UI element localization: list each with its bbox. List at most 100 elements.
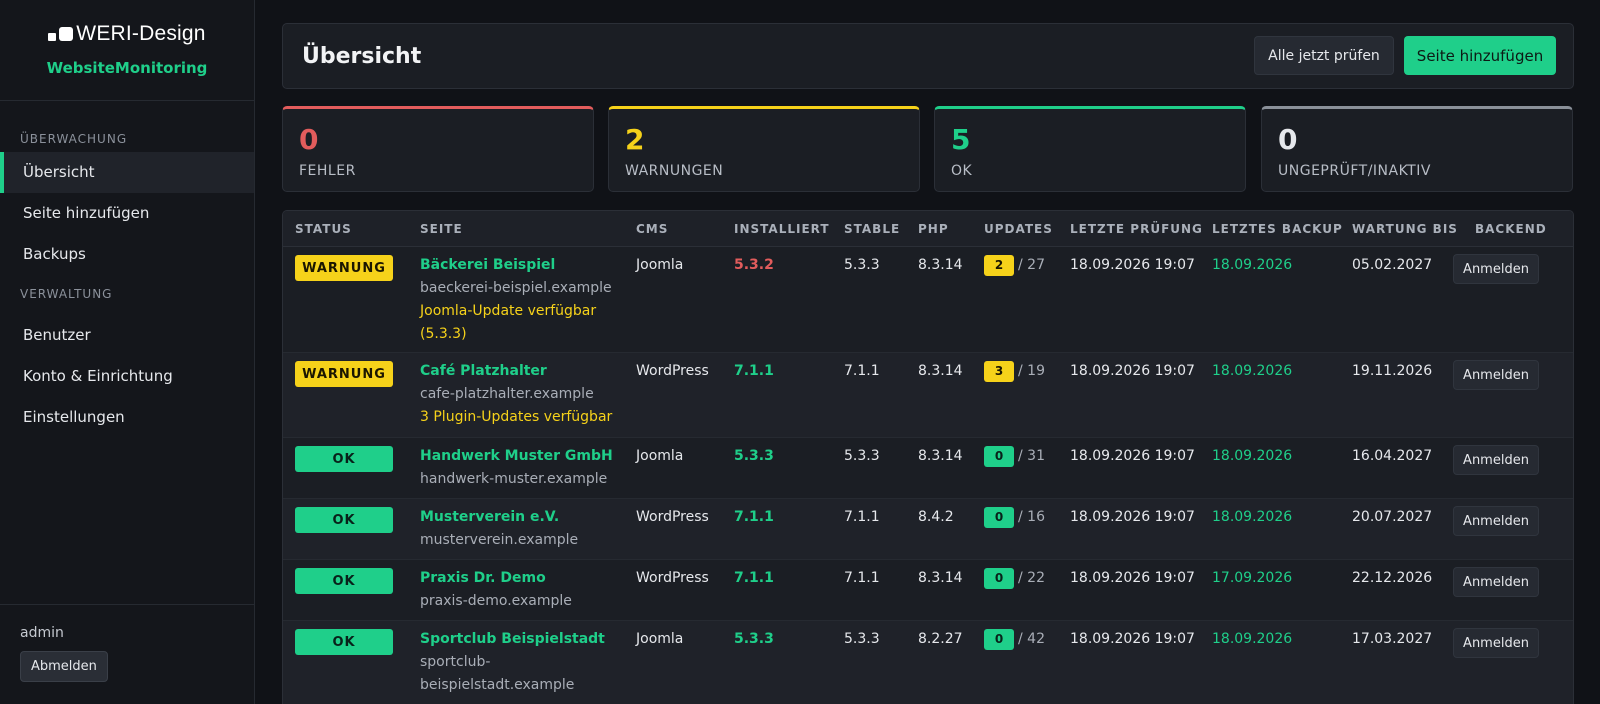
backend-login-button[interactable]: Anmelden [1453,628,1539,658]
status-badge: OK [295,446,393,472]
stat-label: UNGEPRÜFT/INAKTIV [1278,163,1431,179]
column-header-installiert[interactable]: INSTALLIERT [734,222,830,236]
installed-version: 7.1.1 [734,570,774,586]
site-name-link[interactable]: Musterverein e.V. [420,506,630,529]
column-header-cms[interactable]: CMS [636,222,668,236]
status-badge: WARNUNG [295,361,393,387]
sites-table: STATUS SEITE CMS INSTALLIERT STABLE PHP … [282,210,1574,704]
table-row: WARNUNG Bäckerei Beispiel baeckerei-beispi… [283,247,1573,353]
column-header-stable[interactable]: STABLE [844,222,900,236]
current-user: admin [20,625,64,641]
sidebar-item-benutzer[interactable]: Benutzer [0,315,254,356]
stat-label: OK [951,163,973,179]
maintenance-until: 17.03.2027 [1352,631,1433,647]
site-host: praxis-demo.example [420,593,572,609]
column-header-updates[interactable]: UPDATES [984,222,1053,236]
logo-small-square [48,32,57,41]
last-check: 18.09.2026 19:07 [1070,448,1195,464]
site-name-link[interactable]: Sportclub Beispielstadt [420,628,630,651]
stat-value: 5 [951,123,971,156]
table-row: OK Praxis Dr. Demo praxis-demo.example Word… [283,560,1573,621]
updates-count-badge: 3 [984,361,1014,382]
updates-total: / 16 [1018,509,1045,525]
cms-cell: Joomla [636,448,684,464]
backend-login-button[interactable]: Anmelden [1453,360,1539,390]
column-header-backend[interactable]: BACKEND [1475,222,1547,236]
sidebar-item-uebersicht[interactable]: Übersicht [0,152,254,193]
stable-version: 7.1.1 [844,363,880,379]
updates-total: / 31 [1018,448,1045,464]
column-header-letzte-pruefung[interactable]: LETZTE PRÜFUNG [1070,222,1203,236]
site-note: Joomla-Update verfügbar (5.3.3) [420,303,597,342]
stable-version: 5.3.3 [844,257,880,273]
backend-login-button[interactable]: Anmelden [1453,567,1539,597]
site-name-link[interactable]: Café Platzhalter [420,360,630,383]
nav-section-title: VERWALTUNG [20,287,113,301]
column-header-php[interactable]: PHP [918,222,949,236]
stat-value: 0 [299,123,319,156]
sidebar-item-seite-hinzufuegen[interactable]: Seite hinzufügen [0,193,254,234]
stat-label: WARNUNGEN [625,163,724,179]
last-backup: 18.09.2026 [1212,363,1293,379]
cms-cell: WordPress [636,363,709,379]
updates-total: / 22 [1018,570,1045,586]
logo-large-square [59,27,74,41]
sidebar-item-backups[interactable]: Backups [0,234,254,275]
column-header-status[interactable]: STATUS [295,222,352,236]
add-site-button[interactable]: Seite hinzufügen [1404,36,1556,75]
maintenance-until: 05.02.2027 [1352,257,1433,273]
stable-version: 7.1.1 [844,570,880,586]
backend-login-button[interactable]: Anmelden [1453,254,1539,284]
table-row: OK Musterverein e.V. musterverein.example W… [283,499,1573,560]
php-version: 8.3.14 [918,363,963,379]
check-all-button[interactable]: Alle jetzt prüfen [1254,36,1394,75]
stat-card-ok: 5 OK [934,106,1246,192]
installed-version: 7.1.1 [734,363,774,379]
last-backup: 18.09.2026 [1212,257,1293,273]
installed-version: 5.3.3 [734,631,774,647]
installed-version: 5.3.2 [734,257,774,273]
status-badge: WARNUNG [295,255,393,281]
column-header-wartung-bis[interactable]: WARTUNG BIS [1352,222,1458,236]
updates-count-badge: 0 [984,446,1014,467]
stable-version: 5.3.3 [844,448,880,464]
backend-login-button[interactable]: Anmelden [1453,506,1539,536]
stat-card-errors: 0 FEHLER [282,106,594,192]
last-check: 18.09.2026 19:07 [1070,509,1195,525]
site-cell: Musterverein e.V. musterverein.example [420,506,630,552]
site-name-link[interactable]: Handwerk Muster GmbH [420,445,630,468]
site-name-link[interactable]: Bäckerei Beispiel [420,254,630,277]
column-header-letztes-backup[interactable]: LETZTES BACKUP [1212,222,1343,236]
last-backup: 18.09.2026 [1212,631,1293,647]
cms-cell: Joomla [636,257,684,273]
stable-version: 7.1.1 [844,509,880,525]
updates-total: / 42 [1018,631,1045,647]
logout-button[interactable]: Abmelden [20,651,108,682]
site-cell: Handwerk Muster GmbH handwerk-muster.exam… [420,445,630,491]
column-header-seite[interactable]: SEITE [420,222,463,236]
site-cell: Praxis Dr. Demo praxis-demo.example [420,567,630,613]
updates-count-badge: 0 [984,568,1014,589]
cms-cell: Joomla [636,631,684,647]
updates-cell: 0/ 31 [984,445,1045,468]
php-version: 8.3.14 [918,570,963,586]
last-check: 18.09.2026 19:07 [1070,363,1195,379]
last-check: 18.09.2026 19:07 [1070,570,1195,586]
backend-login-button[interactable]: Anmelden [1453,445,1539,475]
last-backup: 17.09.2026 [1212,570,1293,586]
page-header: Übersicht Alle jetzt prüfen Seite hinzuf… [282,23,1574,89]
table-row: OK Sportclub Beispielstadt sportclub-beisp… [283,621,1573,704]
updates-count-badge: 0 [984,629,1014,650]
site-cell: Sportclub Beispielstadt sportclub-beispie… [420,628,630,697]
site-name-link[interactable]: Praxis Dr. Demo [420,567,630,590]
brand-logo[interactable]: WERI-Design [48,22,205,46]
status-badge: OK [295,629,393,655]
status-badge: OK [295,507,393,533]
sidebar-item-konto[interactable]: Konto & Einrichtung [0,356,254,397]
page-title: Übersicht [302,44,422,69]
updates-total: / 27 [1018,257,1045,273]
last-check: 18.09.2026 19:07 [1070,257,1195,273]
app-name: WebsiteMonitoring [46,59,208,77]
sidebar-item-einstellungen[interactable]: Einstellungen [0,397,254,438]
maintenance-until: 22.12.2026 [1352,570,1433,586]
